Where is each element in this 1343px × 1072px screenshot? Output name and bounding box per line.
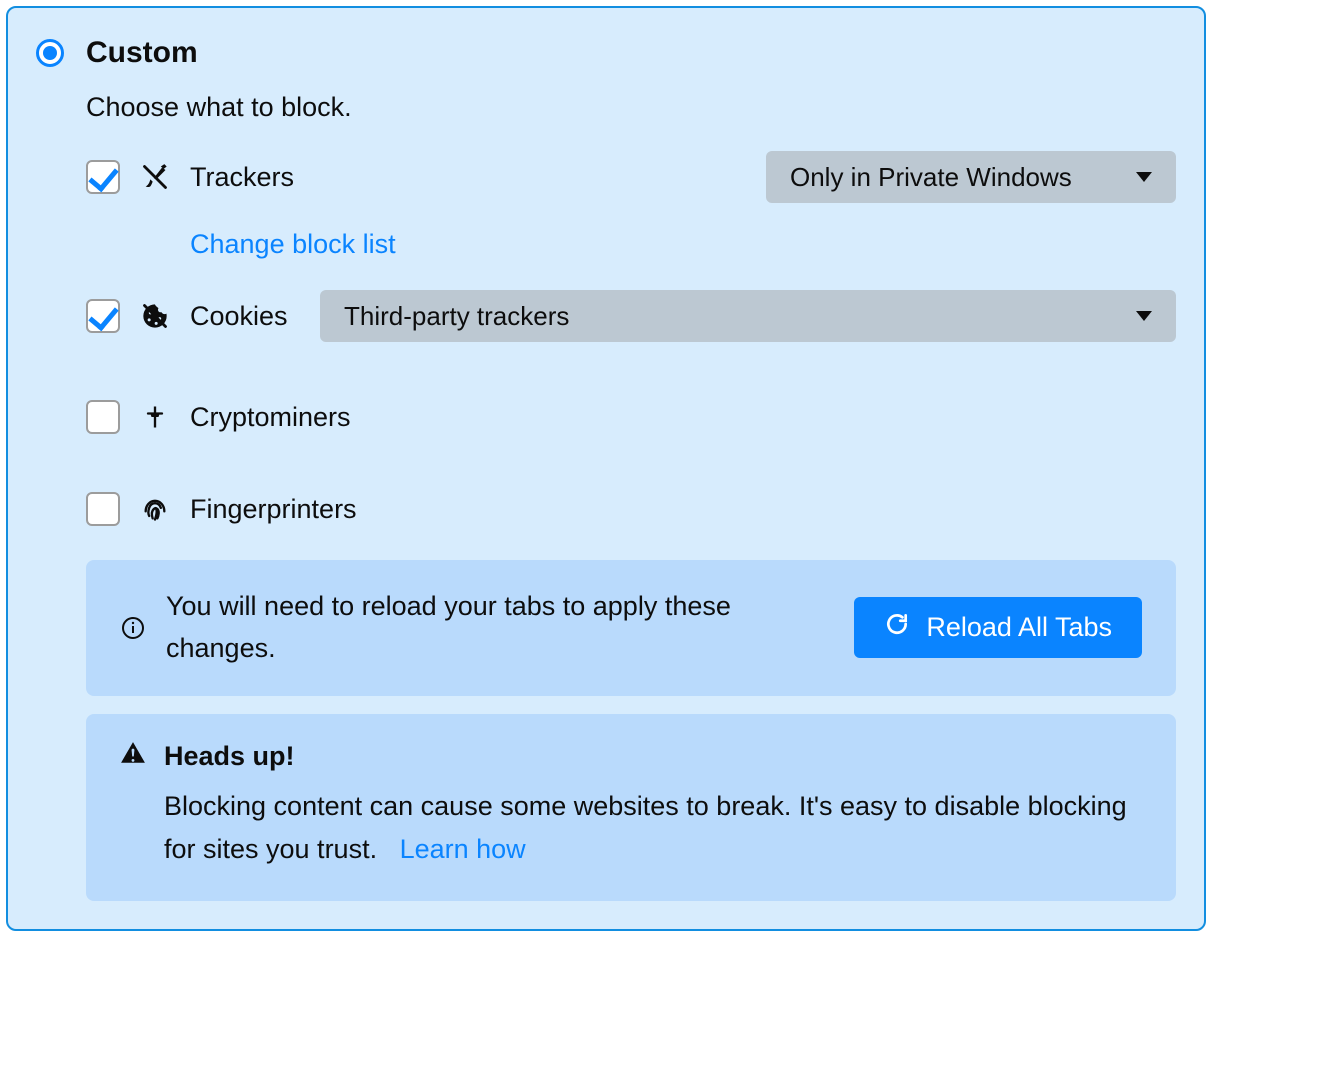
chevron-down-icon	[1136, 311, 1152, 321]
fingerprinters-icon	[140, 494, 170, 524]
cookies-label: Cookies	[190, 301, 300, 332]
warning-title: Heads up!	[164, 741, 295, 772]
cryptominers-checkbox[interactable]	[86, 400, 120, 434]
cookies-select-value: Third-party trackers	[344, 301, 1136, 332]
custom-protection-panel: Custom Choose what to block. Trackers On…	[6, 6, 1206, 931]
cookies-checkbox[interactable]	[86, 299, 120, 333]
fingerprinters-checkbox[interactable]	[86, 492, 120, 526]
warning-box: Heads up! Blocking content can cause som…	[86, 714, 1176, 901]
panel-title: Custom	[86, 36, 198, 70]
trackers-checkbox[interactable]	[86, 160, 120, 194]
learn-how-link[interactable]: Learn how	[400, 834, 526, 864]
reload-notice: You will need to reload your tabs to app…	[86, 560, 1176, 696]
options-list: Trackers Only in Private Windows Change …	[86, 151, 1176, 526]
reload-all-tabs-button[interactable]: Reload All Tabs	[854, 597, 1142, 658]
option-cookies-row: Cookies Third-party trackers	[86, 290, 1176, 342]
option-fingerprinters-row: Fingerprinters	[86, 492, 1176, 526]
cookies-select[interactable]: Third-party trackers	[320, 290, 1176, 342]
custom-radio[interactable]	[36, 39, 64, 67]
trackers-select[interactable]: Only in Private Windows	[766, 151, 1176, 203]
panel-subtitle: Choose what to block.	[86, 92, 1176, 123]
chevron-down-icon	[1136, 172, 1152, 182]
trackers-select-value: Only in Private Windows	[790, 162, 1136, 193]
warning-icon	[120, 740, 146, 773]
trackers-label: Trackers	[190, 162, 294, 193]
reload-notice-text: You will need to reload your tabs to app…	[166, 586, 834, 670]
option-trackers-row: Trackers Only in Private Windows	[86, 151, 1176, 203]
reload-icon	[884, 611, 910, 644]
warning-body-text: Blocking content can cause some websites…	[164, 791, 1127, 864]
cookies-icon	[140, 301, 170, 331]
cryptominers-icon	[140, 402, 170, 432]
info-icon	[120, 615, 146, 641]
trackers-icon	[140, 162, 170, 192]
reload-button-label: Reload All Tabs	[926, 612, 1112, 643]
option-cryptominers-row: Cryptominers	[86, 400, 1176, 434]
fingerprinters-label: Fingerprinters	[190, 494, 357, 525]
change-block-list-link[interactable]: Change block list	[190, 229, 396, 260]
cryptominers-label: Cryptominers	[190, 402, 351, 433]
